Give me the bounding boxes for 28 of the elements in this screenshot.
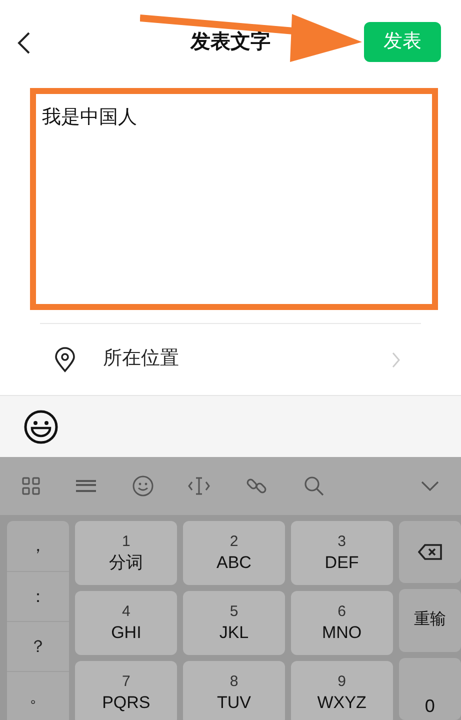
keypad-key[interactable]: 7 PQRS	[75, 661, 178, 720]
backspace-icon	[418, 544, 442, 560]
keyboard-icon[interactable]	[76, 479, 96, 493]
symbol-key[interactable]: ，	[30, 533, 47, 559]
symbol-key[interactable]: 。	[30, 684, 47, 710]
search-icon[interactable]	[304, 476, 324, 496]
text-cursor-icon[interactable]	[188, 476, 210, 496]
keypad-key[interactable]: 9 WXYZ	[290, 661, 393, 720]
zero-key[interactable]: 0	[398, 658, 461, 720]
smiley-icon[interactable]	[23, 408, 59, 444]
delete-key[interactable]	[398, 521, 461, 584]
location-label[interactable]: 所在位置	[103, 345, 179, 374]
symbol-key[interactable]: ？	[30, 634, 47, 660]
location-pin-icon	[54, 346, 76, 372]
text-input[interactable]: 我是中国人	[42, 104, 432, 132]
reset-key[interactable]: 重输	[398, 589, 461, 652]
keypad-key[interactable]: 4 GHI	[75, 591, 178, 655]
keypad-key[interactable]: 5 JKL	[183, 591, 285, 655]
keypad-key[interactable]: 2 ABC	[183, 521, 285, 585]
symbol-key[interactable]: ：	[30, 584, 47, 610]
chevron-down-icon[interactable]	[421, 481, 439, 491]
grid-icon[interactable]	[22, 477, 40, 495]
keypad-key[interactable]: 1 分词	[75, 521, 178, 585]
keypad-key[interactable]: 3 DEF	[290, 521, 393, 585]
back-icon[interactable]	[17, 31, 31, 55]
keypad-key[interactable]: 8 TUV	[183, 661, 285, 720]
keypad-key[interactable]: 6 MNO	[290, 591, 393, 655]
page-title: 发表文字	[190, 30, 270, 55]
